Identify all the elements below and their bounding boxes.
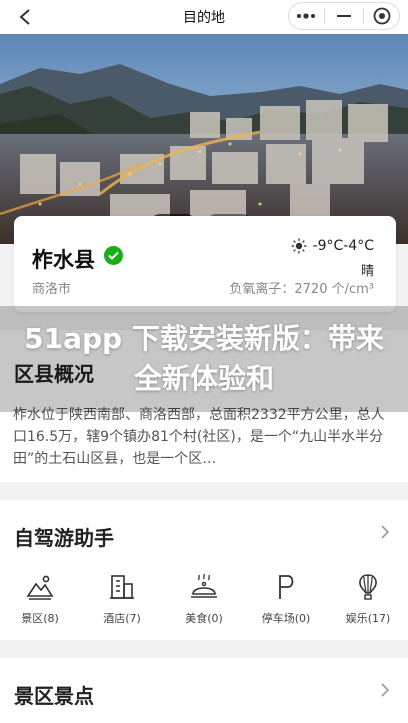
negative-ion: 负氧离子：2720 个/cm³ <box>229 278 374 297</box>
hotel-icon <box>110 575 134 599</box>
drive-item-label: 美食(0) <box>185 612 223 625</box>
ion-label: 负氧离子： <box>229 282 295 297</box>
capsule-divider <box>362 8 364 24</box>
self-drive-title: 自驾游助手 <box>14 526 114 550</box>
weather-condition: 晴 <box>360 264 374 279</box>
mini-program-capsule <box>288 2 400 30</box>
county-name: 柞水县 <box>32 248 95 272</box>
county-info-card: 柞水县 商洛市 -9°C-4°C 晴 负氧离子：2720 个/cm³ <box>14 216 396 312</box>
verified-badge <box>104 246 123 265</box>
scenic-spots-title: 景区景点 <box>14 684 94 708</box>
drive-item-label: 娱乐(17) <box>345 612 391 625</box>
drive-item-hotel[interactable]: 酒店(7) <box>86 572 158 626</box>
scenic-icon <box>26 575 54 600</box>
top-nav-bar: 目的地 <box>0 0 408 34</box>
back-button[interactable] <box>10 2 40 32</box>
overlay-banner: 51app 下载安装新版：带来全新体验和 <box>0 306 408 412</box>
city-name: 商洛市 <box>32 282 72 297</box>
ion-value: 2720 个/cm³ <box>294 282 374 297</box>
chevron-left-icon <box>19 9 30 25</box>
drive-item-food[interactable]: 美食(0) <box>168 572 240 626</box>
drive-item-parking[interactable]: 停车场(0) <box>250 572 322 626</box>
target-close-icon <box>373 7 391 25</box>
close-miniprogram-button[interactable] <box>367 4 397 28</box>
scenic-spots-more-button[interactable] <box>380 682 390 703</box>
chevron-right-icon <box>381 683 390 697</box>
town-night-photo <box>0 34 408 244</box>
more-dots-icon <box>296 13 315 19</box>
more-button[interactable] <box>291 4 321 28</box>
page: 目的地 柞水县 商洛市 -9°C-4°C 晴 负氧离子：2720 个/cm³ 区… <box>0 0 408 723</box>
minus-icon <box>336 15 351 17</box>
hero-image[interactable]: 视频 图片 <box>0 34 408 244</box>
temperature-range: -9°C-4°C <box>312 238 374 254</box>
check-icon <box>108 251 119 260</box>
drive-item-label: 停车场(0) <box>261 612 311 625</box>
parking-icon <box>279 575 294 599</box>
drive-item-entertainment[interactable]: 娱乐(17) <box>332 572 404 626</box>
balloon-icon <box>359 574 377 600</box>
self-drive-section: 自驾游助手 景区(8) 酒店(7) 美食(0) 停车场(0) 娱乐(17) <box>0 500 408 640</box>
food-icon <box>191 573 217 598</box>
overview-text: 柞水位于陕西南部、商洛西部，总面积2332平方公里，总人口16.5万，辖9个镇办… <box>13 407 385 467</box>
page-title: 目的地 <box>183 10 225 26</box>
scenic-spots-section: 景区景点 <box>0 658 408 723</box>
chevron-right-icon <box>381 525 390 539</box>
drive-item-scenic[interactable]: 景区(8) <box>4 572 76 626</box>
weather-temperature: -9°C-4°C <box>291 238 374 254</box>
overlay-banner-text: 51app 下载安装新版：带来全新体验和 <box>24 322 384 395</box>
drive-item-label: 景区(8) <box>21 612 59 625</box>
minimize-button[interactable] <box>329 4 359 28</box>
self-drive-more-button[interactable] <box>380 524 390 545</box>
self-drive-items: 景区(8) 酒店(7) 美食(0) 停车场(0) 娱乐(17) <box>0 572 408 626</box>
sun-icon <box>291 238 307 254</box>
drive-item-label: 酒店(7) <box>103 612 141 625</box>
capsule-divider <box>324 8 326 24</box>
